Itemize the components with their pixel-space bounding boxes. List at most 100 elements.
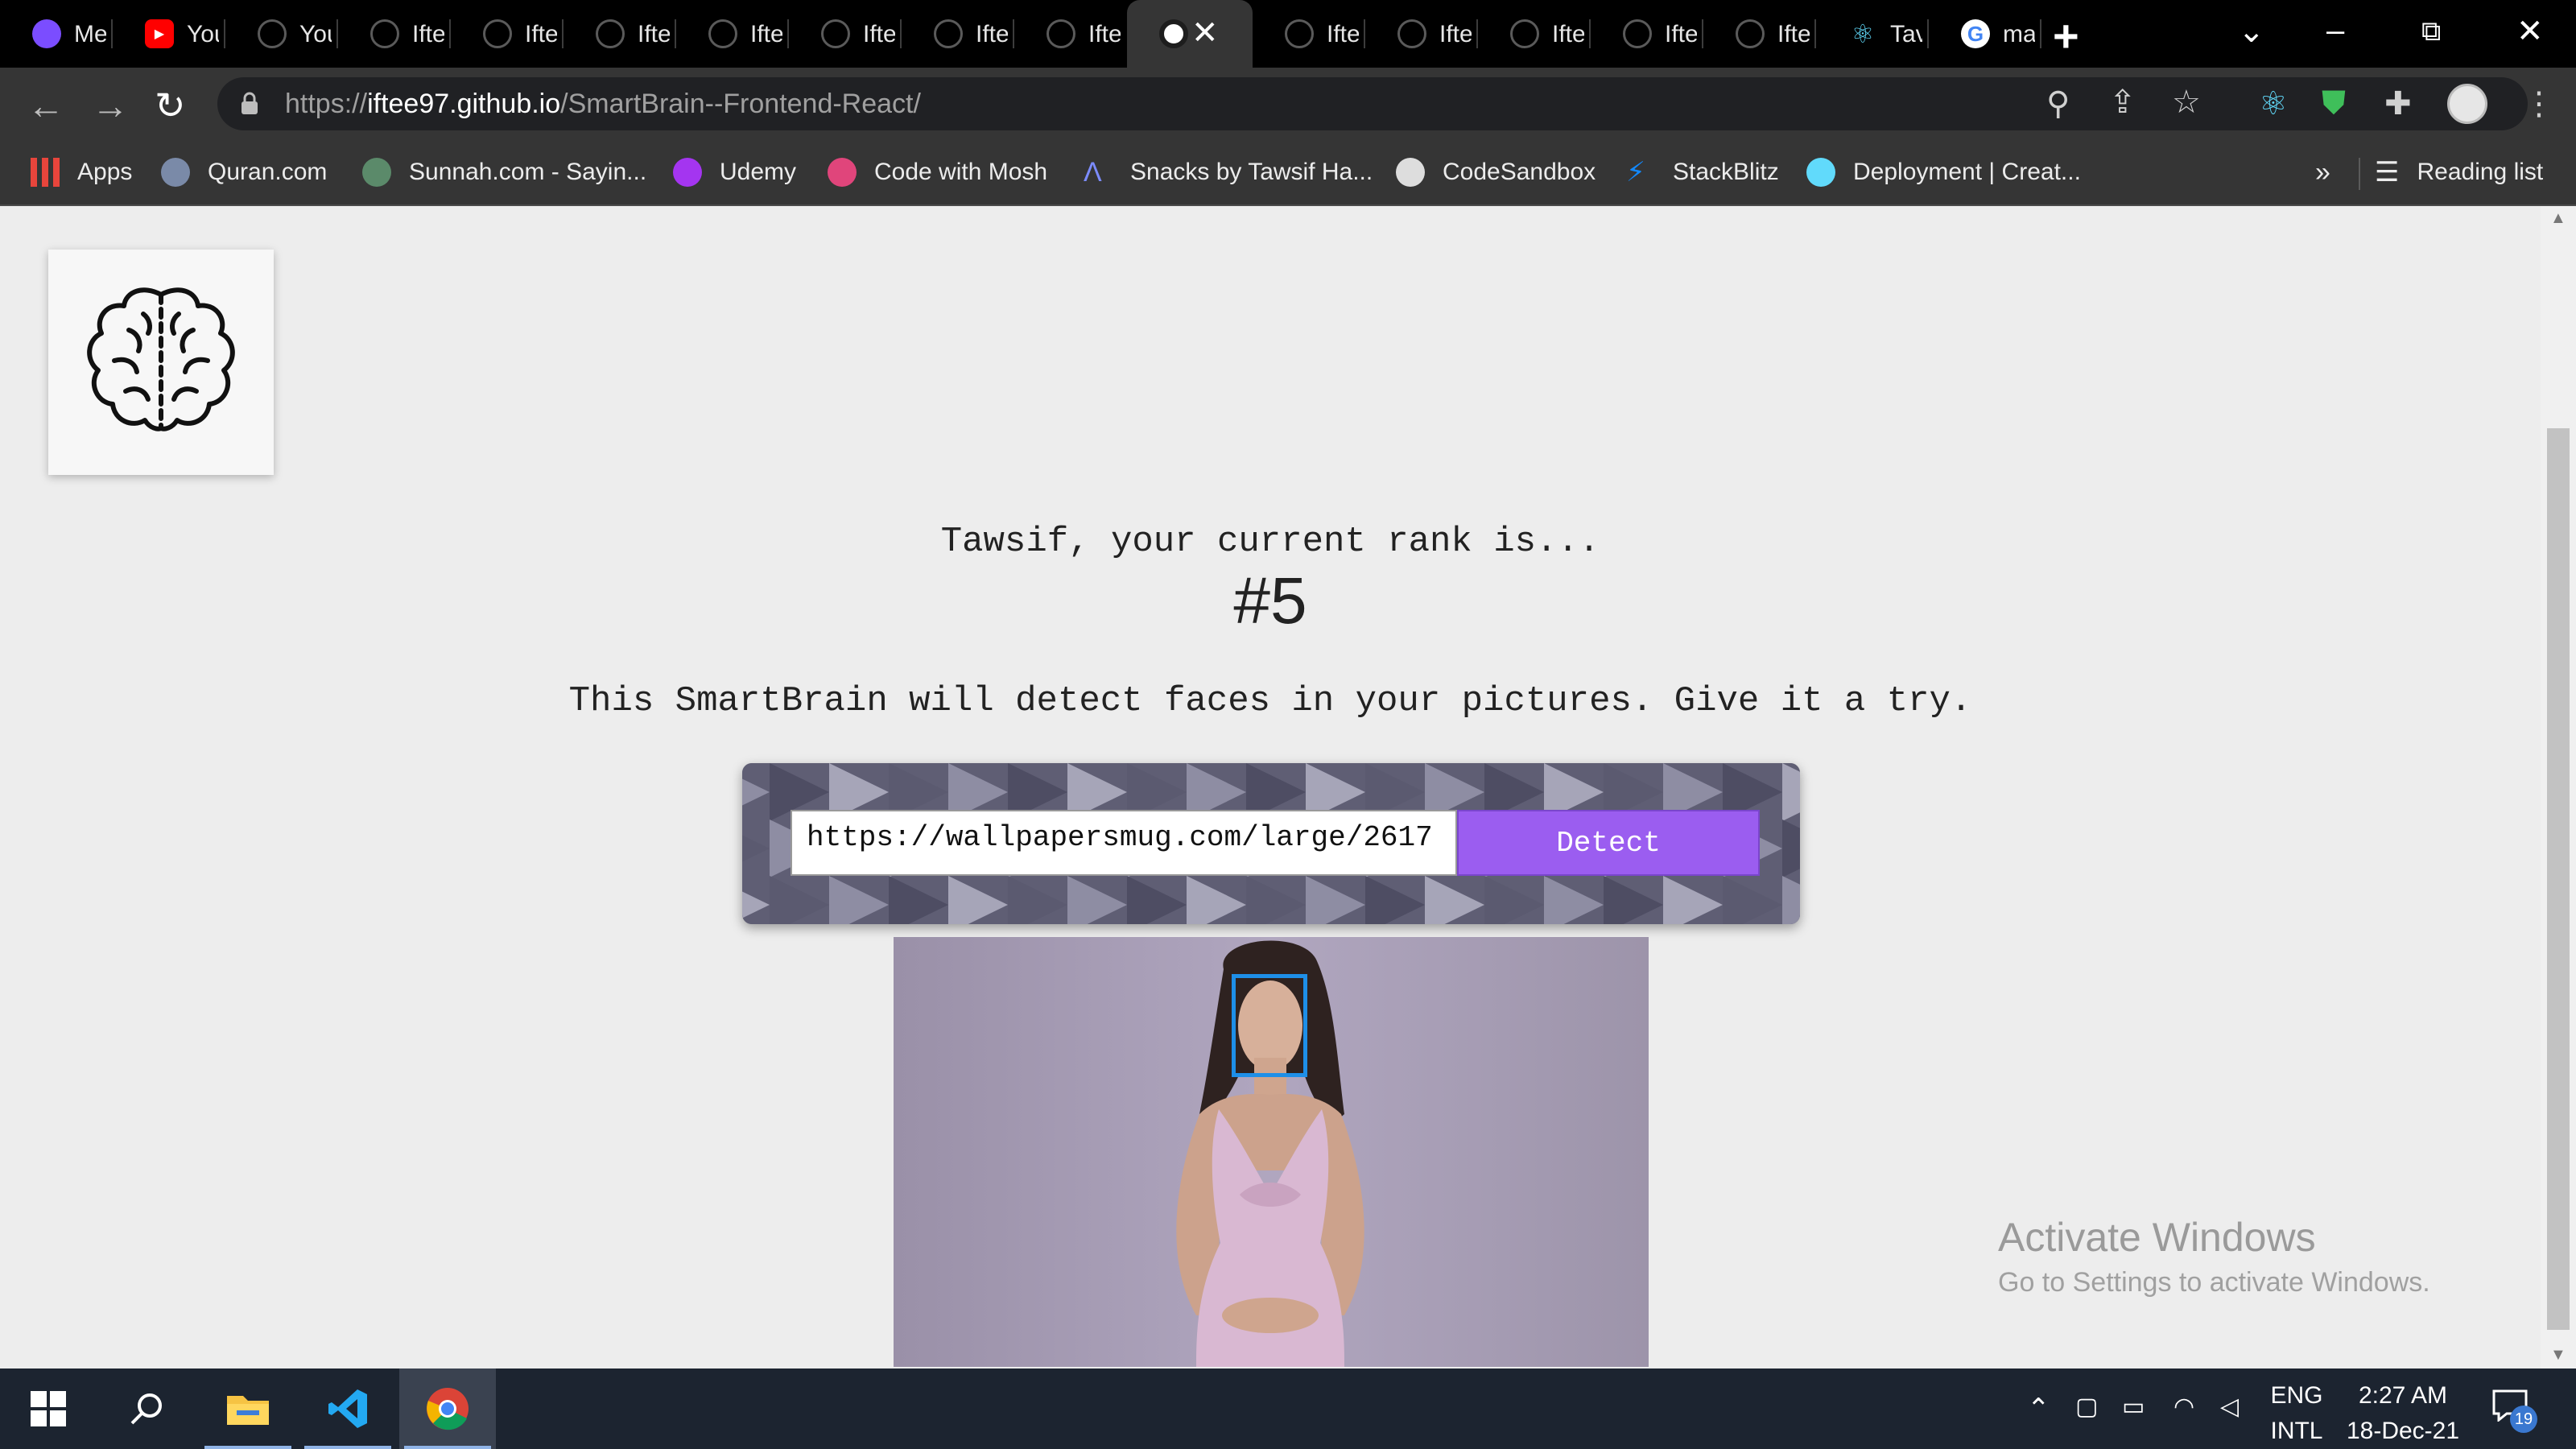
back-icon[interactable]: ← [27, 84, 64, 127]
browser-tab[interactable]: Ifte [451, 0, 564, 68]
menu-kebab-icon[interactable]: ⋮ [2523, 85, 2555, 122]
battery-icon[interactable]: ▭ [2122, 1393, 2145, 1421]
codesandbox-icon [1396, 158, 1425, 187]
bookmark-item[interactable]: Deployment | Creat... [1806, 153, 2081, 192]
detect-button[interactable]: Detect [1457, 810, 1760, 876]
file-explorer-button[interactable] [200, 1368, 296, 1449]
restore-icon[interactable]: ⧉ [2421, 16, 2441, 47]
browser-tab[interactable]: Ifte [1365, 0, 1478, 68]
forward-icon[interactable]: → [92, 84, 129, 127]
image-url-input[interactable]: https://wallpapersmug.com/large/2617 [791, 810, 1457, 876]
keyboard-layout: INTL [2270, 1418, 2323, 1444]
scroll-thumb[interactable] [2547, 428, 2570, 1330]
tab-search-icon[interactable]: ⌄ [2238, 13, 2265, 50]
github-icon [934, 19, 963, 48]
tab-title: Ifte [1327, 21, 1359, 47]
tab-title: Me [74, 21, 106, 47]
page-scrollbar[interactable]: ▲ ▼ [2541, 206, 2576, 1368]
show-hidden-icons[interactable]: ⌃ [2027, 1393, 2050, 1425]
reading-list-button[interactable]: ☰ Reading list [2375, 153, 2543, 192]
volume-icon[interactable]: ◁ [2220, 1393, 2239, 1421]
browser-tab[interactable]: Ifte [1253, 0, 1365, 68]
notifications-button[interactable]: 19 [2492, 1389, 2537, 1433]
minimize-icon[interactable]: – [2326, 13, 2344, 49]
tab-strip: Me ▶ You You Ifte Ifte Ifte Ifte Ifte Ifte Ifte ✕ If… [0, 0, 2576, 68]
language-indicator[interactable]: ENG INTL [2268, 1378, 2325, 1449]
github-icon [483, 19, 512, 48]
bookmark-label: StackBlitz [1673, 159, 1779, 185]
browser-tab[interactable]: Ifte [1478, 0, 1591, 68]
browser-tab[interactable]: Ifte [1703, 0, 1816, 68]
apps-grid-icon [31, 158, 60, 187]
chrome-button[interactable] [399, 1368, 496, 1449]
clock-time: 2:27 AM [2358, 1382, 2448, 1409]
running-indicator [304, 1446, 391, 1449]
bookmark-label: Apps [77, 159, 133, 185]
browser-tab[interactable]: Ifte [1014, 0, 1127, 68]
wifi-icon[interactable]: ◠ [2174, 1393, 2194, 1421]
search-icon [130, 1393, 162, 1425]
share-icon[interactable]: ⇪ [2109, 84, 2136, 121]
bookmark-star-icon[interactable]: ☆ [2172, 84, 2201, 121]
bookmark-item[interactable]: Code with Mosh [828, 153, 1047, 192]
address-bar[interactable]: https://iftee97.github.io/SmartBrain--Fr… [217, 77, 2528, 130]
browser-tab[interactable]: You [225, 0, 338, 68]
bookmark-item[interactable]: Quran.com [161, 153, 327, 192]
browser-tab[interactable]: ✕ [1127, 0, 1253, 68]
close-tab-icon[interactable]: ✕ [1191, 14, 1219, 52]
browser-tab[interactable]: ⚛ Tav [1816, 0, 1929, 68]
profile-avatar[interactable] [2447, 84, 2487, 124]
tab-title: Ifte [1552, 21, 1584, 47]
brain-logo[interactable] [48, 250, 274, 475]
browser-tab[interactable]: ▶ You [113, 0, 225, 68]
bookmark-label: Udemy [720, 159, 797, 185]
bookmark-item[interactable]: CodeSandbox [1396, 153, 1596, 192]
tab-title: Ifte [976, 21, 1008, 47]
language-code: ENG [2270, 1382, 2323, 1409]
vscode-button[interactable] [299, 1368, 396, 1449]
bookmark-item[interactable]: Sunnah.com - Sayin... [362, 153, 646, 192]
search-button[interactable] [98, 1368, 195, 1449]
bookmark-label: CodeSandbox [1443, 159, 1596, 185]
lock-icon [242, 92, 258, 114]
bookmark-item[interactable]: Apps [31, 153, 132, 192]
browser-tab[interactable]: Ifte [676, 0, 789, 68]
bookmark-item[interactable]: Λ Snacks by Tawsif Ha... [1084, 153, 1373, 192]
start-button[interactable] [0, 1368, 97, 1449]
tab-separator [2040, 19, 2041, 48]
scroll-up-icon[interactable]: ▲ [2550, 209, 2566, 228]
browser-tab[interactable]: Ifte [564, 0, 676, 68]
pattern-tile [1782, 819, 1800, 877]
github-icon [1623, 19, 1652, 48]
browser-tab[interactable]: Ifte [1591, 0, 1703, 68]
github-icon [1736, 19, 1765, 48]
tab-title: Tav [1890, 21, 1922, 47]
rank-number: #5 [1233, 564, 1307, 638]
reload-icon[interactable]: ↻ [155, 84, 186, 127]
scroll-down-icon[interactable]: ▼ [2550, 1346, 2566, 1364]
running-indicator [204, 1446, 291, 1449]
browser-tab[interactable]: Ifte [789, 0, 902, 68]
close-window-icon[interactable]: ✕ [2516, 13, 2544, 50]
meet-now-icon[interactable]: ▢ [2075, 1393, 2098, 1421]
zoom-icon[interactable]: ⚲ [2046, 85, 2070, 122]
browser-tab[interactable]: Ifte [338, 0, 451, 68]
divider [2359, 158, 2360, 190]
bookmark-item[interactable]: ⚡ StackBlitz [1626, 153, 1779, 192]
tab-title: Ifte [750, 21, 782, 47]
browser-tab[interactable]: Ifte [902, 0, 1014, 68]
messenger-icon [32, 19, 61, 48]
tab-title: You [299, 21, 332, 47]
clock[interactable]: 2:27 AM 18-Dec-21 [2334, 1378, 2471, 1449]
extensions-icon[interactable]: ✚ [2384, 85, 2412, 122]
bookmark-item[interactable]: Udemy [673, 153, 796, 192]
adblock-shield-icon[interactable]: ⛊ [2322, 85, 2346, 122]
browser-tab[interactable]: Me [0, 0, 113, 68]
folder-icon [227, 1396, 269, 1425]
react-devtools-icon[interactable]: ⚛ [2259, 85, 2288, 122]
quran-icon [161, 158, 190, 187]
browser-tab[interactable]: Gma [1929, 0, 2041, 68]
new-tab-button[interactable]: + [2053, 10, 2079, 62]
more-bookmarks-button[interactable]: » [2315, 153, 2330, 192]
pattern-tile [1782, 763, 1800, 821]
